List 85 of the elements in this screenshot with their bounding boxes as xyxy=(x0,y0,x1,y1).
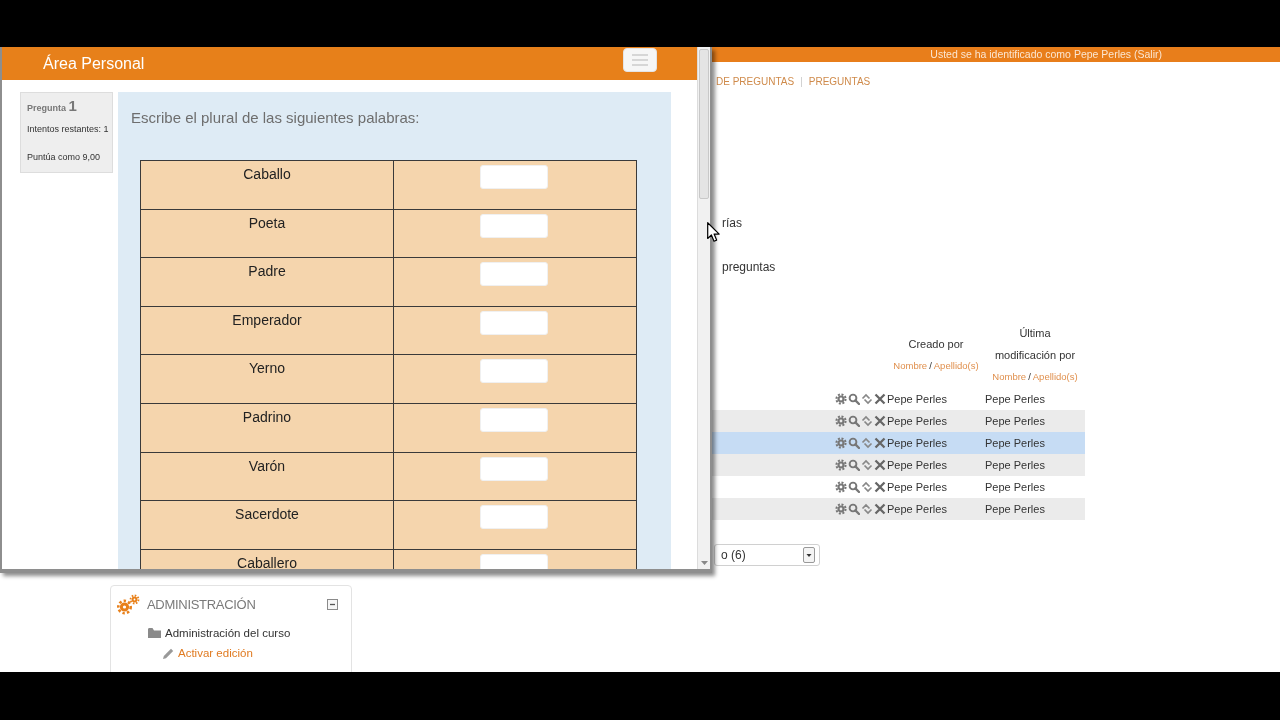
scrollbar[interactable] xyxy=(697,47,710,569)
cross-icon[interactable] xyxy=(874,459,886,471)
arrows-icon[interactable] xyxy=(861,481,873,493)
gear-icon[interactable] xyxy=(835,415,847,427)
breadcrumb-link[interactable]: PREGUNTAS xyxy=(808,75,871,89)
table-cell: Caballero xyxy=(237,554,297,569)
table-cell: Yerno xyxy=(248,360,286,377)
magnifier-icon[interactable] xyxy=(848,481,860,493)
arrows-icon[interactable] xyxy=(861,459,873,471)
cross-icon[interactable] xyxy=(874,437,886,449)
gear-icon[interactable] xyxy=(835,393,847,405)
table-cell: Pepe Perles xyxy=(985,481,1045,493)
question-number: Pregunta 1 xyxy=(27,97,78,116)
answer-field[interactable] xyxy=(480,505,548,530)
cross-icon[interactable] xyxy=(874,393,886,405)
table-cell: Poeta xyxy=(248,214,286,231)
gear-icon[interactable] xyxy=(835,503,847,515)
answer-field[interactable] xyxy=(480,359,548,384)
cross-icon[interactable] xyxy=(874,503,886,515)
gear-icon[interactable] xyxy=(835,437,847,449)
arrows-icon[interactable] xyxy=(861,415,873,427)
page-title: Área Personal xyxy=(43,54,145,73)
column-header: Creado por xyxy=(908,336,964,352)
gear-icon[interactable] xyxy=(835,481,847,493)
gears-icon xyxy=(116,593,140,616)
answer-field[interactable] xyxy=(480,310,548,335)
table-cell: Padre xyxy=(248,263,286,280)
table-cell: Emperador xyxy=(232,311,302,328)
table-cell: Sacerdote xyxy=(235,506,299,523)
breadcrumb-link[interactable]: DE PREGUNTAS xyxy=(716,75,795,89)
table-cell: Pepe Perles xyxy=(887,415,947,427)
scroll-down-icon[interactable] xyxy=(700,561,708,565)
table-cell: Pepe Perles xyxy=(985,459,1045,471)
table-cell: Pepe Perles xyxy=(985,415,1045,427)
magnifier-icon[interactable] xyxy=(848,459,860,471)
table-cell: Pepe Perles xyxy=(985,437,1045,449)
arrows-icon[interactable] xyxy=(861,393,873,405)
page-size-dropdown[interactable]: o (6) xyxy=(714,544,820,566)
answer-field[interactable] xyxy=(480,213,548,238)
table-cell: Pepe Perles xyxy=(887,393,947,405)
breadcrumb-separator: | xyxy=(800,75,803,89)
arrows-icon[interactable] xyxy=(861,437,873,449)
menu-icon xyxy=(632,54,648,66)
cross-icon[interactable] xyxy=(874,481,886,493)
pencil-icon xyxy=(163,647,174,659)
arrows-icon[interactable] xyxy=(861,503,873,515)
magnifier-icon[interactable] xyxy=(848,503,860,515)
magnifier-icon[interactable] xyxy=(848,437,860,449)
magnifier-icon[interactable] xyxy=(848,393,860,405)
table-cell: Pepe Perles xyxy=(887,481,947,493)
folder-icon xyxy=(148,628,161,638)
magnifier-icon[interactable] xyxy=(848,415,860,427)
gear-icon[interactable] xyxy=(835,459,847,471)
collapse-icon[interactable] xyxy=(327,599,338,610)
answer-field[interactable] xyxy=(480,456,548,481)
table-cell: Pepe Perles xyxy=(887,503,947,515)
tree-item[interactable]: Administración del curso xyxy=(165,627,291,639)
sort-separator: / xyxy=(1028,369,1031,384)
block-title: ADMINISTRACIÓN xyxy=(147,597,257,612)
sort-link[interactable]: Apellido(s) xyxy=(1032,365,1078,388)
table-cell: Varón xyxy=(248,457,286,474)
cross-icon[interactable] xyxy=(874,415,886,427)
sort-separator: / xyxy=(929,358,932,373)
table-cell: Pepe Perles xyxy=(985,503,1045,515)
answer-field[interactable] xyxy=(480,262,548,287)
attempts-text: Intentos restantes: 1 xyxy=(27,123,108,136)
score-text: Puntúa como 9,00 xyxy=(27,151,102,164)
login-info: Usted se ha identificado como Pepe Perles (Salir) xyxy=(930,47,1162,62)
nav-link[interactable]: rías xyxy=(722,215,742,231)
table-cell: Pepe Perles xyxy=(887,459,947,471)
answer-field[interactable] xyxy=(480,407,548,432)
answer-field[interactable] xyxy=(480,165,548,189)
table-cell: Padrino xyxy=(242,408,292,425)
scrollbar-thumb[interactable] xyxy=(699,49,709,199)
table-cell: Caballo xyxy=(243,166,291,182)
nav-link[interactable]: preguntas xyxy=(722,259,776,275)
caret-icon xyxy=(803,547,815,563)
sort-link[interactable]: Nombre xyxy=(893,354,928,377)
table-cell: Pepe Perles xyxy=(985,393,1045,405)
question-prompt: Escribe el plural de las siguientes palabras: xyxy=(131,108,421,128)
sort-link[interactable]: Nombre xyxy=(992,365,1027,388)
column-header: Última modificación por xyxy=(993,325,1077,363)
table-cell: Pepe Perles xyxy=(887,437,947,449)
menu-link[interactable]: Activar edición xyxy=(178,647,253,659)
sort-link[interactable]: Apellido(s) xyxy=(933,354,979,377)
